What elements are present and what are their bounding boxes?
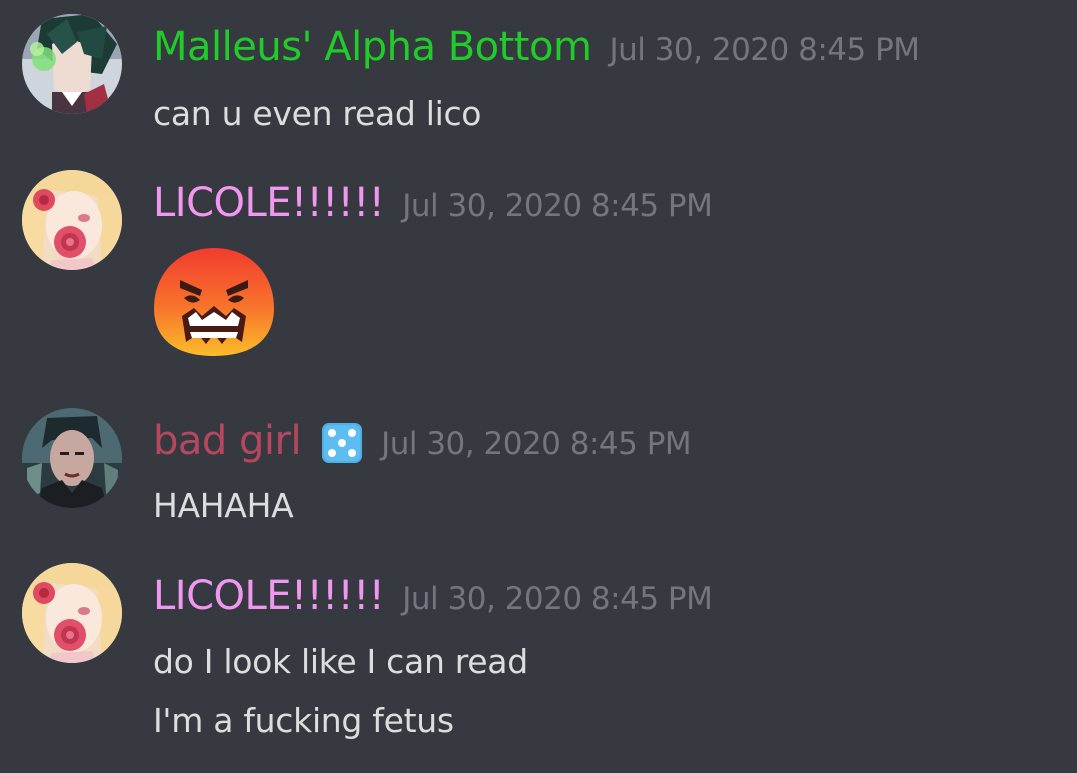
angry-blob-emoji <box>150 246 278 358</box>
game-die-icon <box>321 422 363 464</box>
message-header: LICOLE!!!!!! Jul 30, 2020 8:45 PM <box>153 573 713 619</box>
message-text: I'm a fucking fetus <box>153 701 454 740</box>
username[interactable]: LICOLE!!!!!! <box>153 180 385 226</box>
message-header: Malleus' Alpha Bottom Jul 30, 2020 8:45 … <box>153 24 920 70</box>
anime-character-avatar <box>22 14 122 114</box>
message-header: LICOLE!!!!!! Jul 30, 2020 8:45 PM <box>153 180 713 226</box>
dark-character-avatar <box>22 408 122 508</box>
username[interactable]: Malleus' Alpha Bottom <box>153 24 592 70</box>
user-avatar[interactable] <box>22 14 122 114</box>
user-avatar[interactable] <box>22 170 122 270</box>
username[interactable]: LICOLE!!!!!! <box>153 573 385 619</box>
timestamp: Jul 30, 2020 8:45 PM <box>402 581 713 617</box>
message-header: bad girl Jul 30, 2020 8:45 PM <box>153 418 692 464</box>
username[interactable]: bad girl <box>153 418 302 464</box>
timestamp: Jul 30, 2020 8:45 PM <box>402 188 713 224</box>
anime-blonde-rose-avatar <box>22 563 122 663</box>
timestamp: Jul 30, 2020 8:45 PM <box>381 426 692 462</box>
anime-blonde-rose-avatar <box>22 170 122 270</box>
user-avatar[interactable] <box>22 408 122 508</box>
message-text: can u even read lico <box>153 94 482 133</box>
message-text: HAHAHA <box>153 486 294 525</box>
timestamp: Jul 30, 2020 8:45 PM <box>609 32 920 68</box>
user-avatar[interactable] <box>22 563 122 663</box>
message-text: do I look like I can read <box>153 642 528 681</box>
